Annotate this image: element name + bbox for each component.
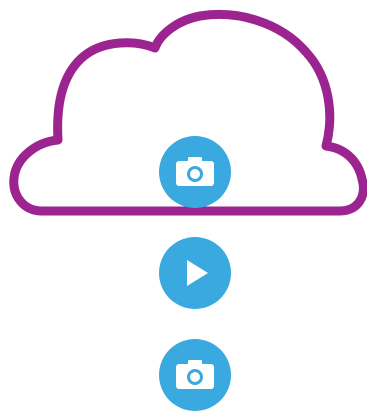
- play-button[interactable]: [159, 237, 231, 309]
- camera-icon: [176, 360, 214, 389]
- camera-button-top[interactable]: [159, 136, 231, 208]
- camera-icon: [176, 157, 214, 186]
- camera-button-bottom[interactable]: [159, 339, 231, 411]
- canvas: [0, 0, 367, 412]
